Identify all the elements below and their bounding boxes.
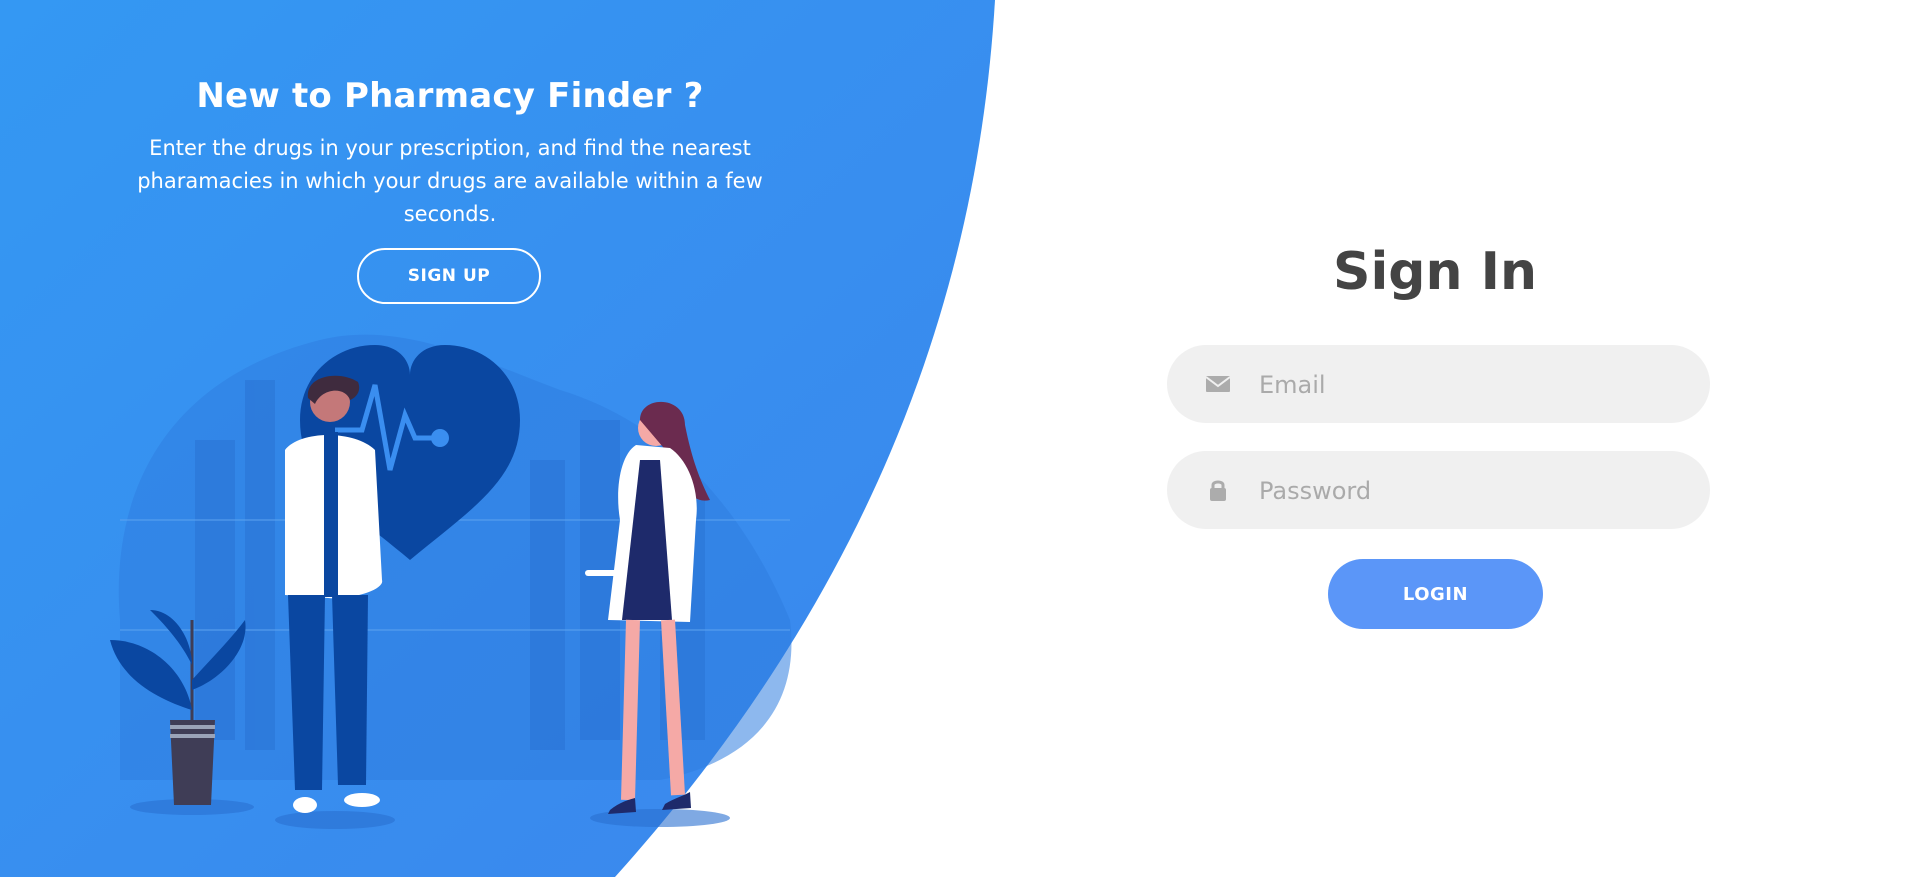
signup-promo-panel: New to Pharmacy Finder ? Enter the drugs… [0, 0, 900, 877]
sign-in-panel: Sign In LOGIN [1060, 0, 1905, 877]
promo-description: Enter the drugs in your prescription, an… [137, 136, 763, 226]
doctors-illustration [110, 334, 792, 829]
password-input[interactable] [1257, 451, 1681, 531]
promo-title: New to Pharmacy Finder ? [196, 76, 704, 116]
login-button[interactable]: LOGIN [1328, 559, 1543, 629]
sign-in-title: Sign In [1333, 242, 1537, 302]
password-field[interactable] [1167, 451, 1710, 531]
email-input[interactable] [1257, 345, 1681, 425]
email-field[interactable] [1167, 345, 1710, 425]
lock-icon [1210, 480, 1226, 501]
sign-up-button[interactable]: SIGN UP [357, 248, 541, 304]
envelope-icon [1205, 376, 1231, 392]
